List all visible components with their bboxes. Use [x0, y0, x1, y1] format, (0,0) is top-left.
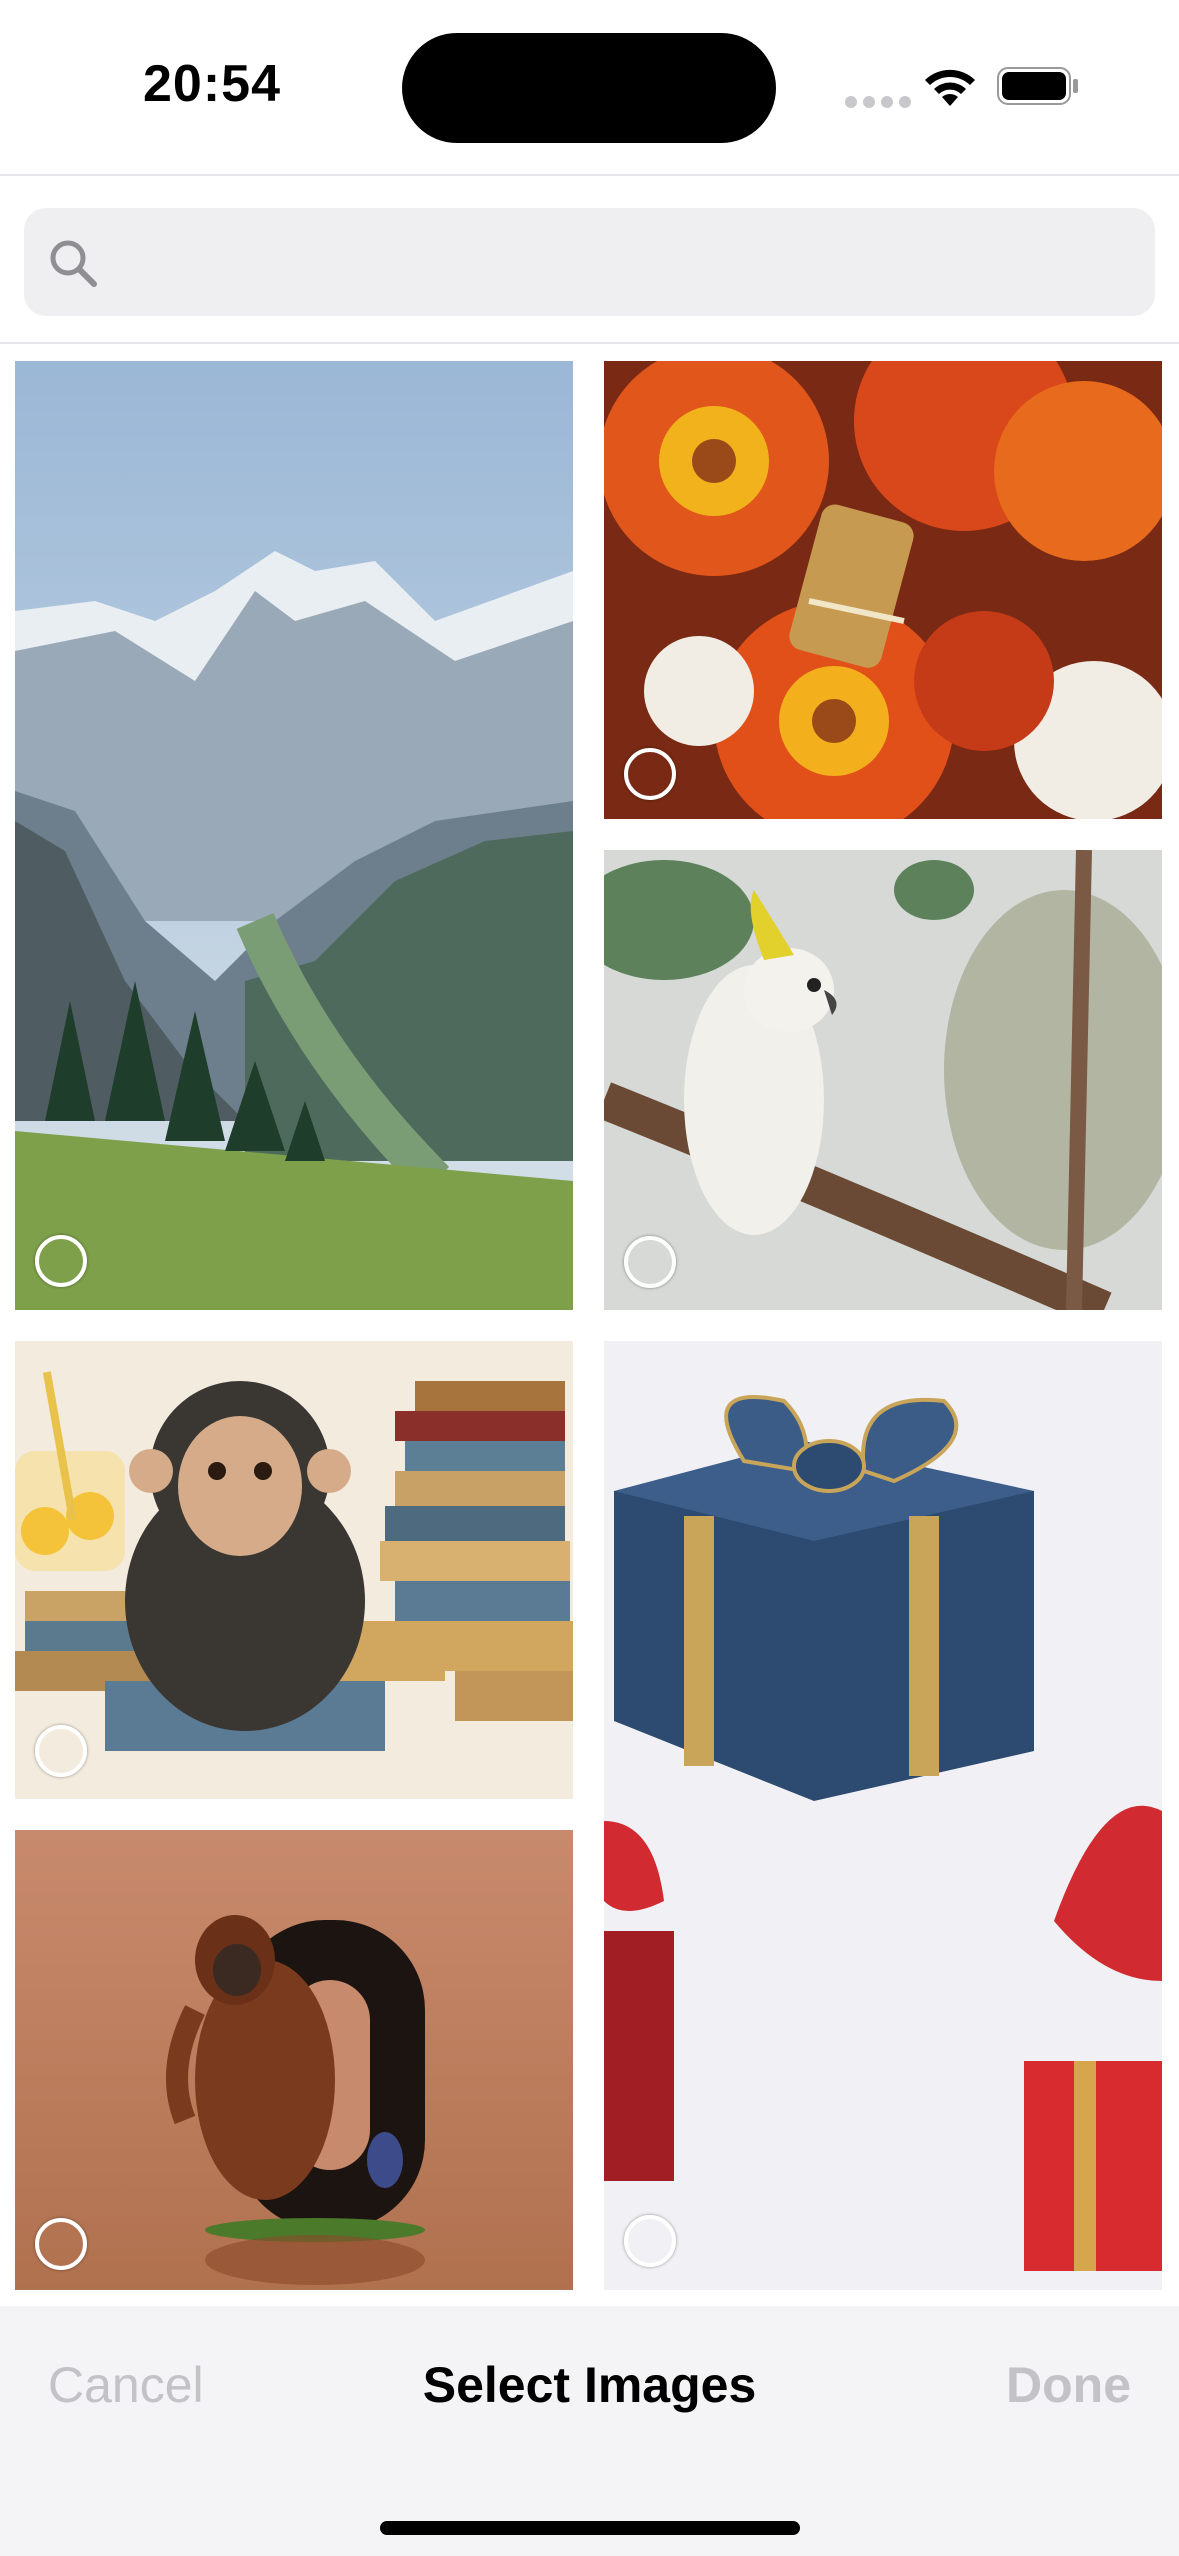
selection-circle[interactable]: [35, 2218, 87, 2270]
image-tile-cockatoo[interactable]: [604, 850, 1162, 1310]
image-tile-orangutan[interactable]: [15, 1830, 573, 2290]
selection-circle[interactable]: [35, 1235, 87, 1287]
cockatoo-image: [604, 850, 1162, 1310]
chimpanzee-image: [15, 1341, 573, 1799]
battery-icon: [997, 67, 1078, 105]
image-tile-chimpanzee[interactable]: [15, 1341, 573, 1799]
search-input[interactable]: [124, 208, 1124, 316]
selection-circle[interactable]: [624, 748, 676, 800]
search-bar[interactable]: [24, 208, 1155, 316]
selection-circle[interactable]: [624, 2215, 676, 2267]
orangutan-image: [15, 1830, 573, 2290]
flowers-image: [604, 361, 1162, 819]
dynamic-island: [402, 33, 776, 143]
gift-boxes-image: [604, 1341, 1162, 2290]
image-tile-gift-boxes[interactable]: [604, 1341, 1162, 2290]
home-indicator[interactable]: [380, 2521, 800, 2535]
image-tile-flowers[interactable]: [604, 361, 1162, 819]
selection-circle[interactable]: [624, 1236, 676, 1288]
status-time: 20:54: [143, 55, 281, 113]
wifi-icon: [925, 69, 975, 106]
image-grid: [0, 346, 1179, 2306]
cancel-button[interactable]: Cancel: [48, 2356, 204, 2414]
status-bar: 20:54: [0, 0, 1179, 176]
search-icon: [50, 240, 97, 287]
bottom-toolbar: Cancel Select Images Done: [0, 2306, 1179, 2556]
image-tile-mountain[interactable]: [15, 361, 573, 1310]
search-section: [0, 178, 1179, 344]
selection-circle[interactable]: [35, 1725, 87, 1777]
done-button[interactable]: Done: [1006, 2356, 1131, 2414]
cellular-signal-icon: [845, 95, 917, 113]
mountain-image: [15, 361, 573, 1310]
